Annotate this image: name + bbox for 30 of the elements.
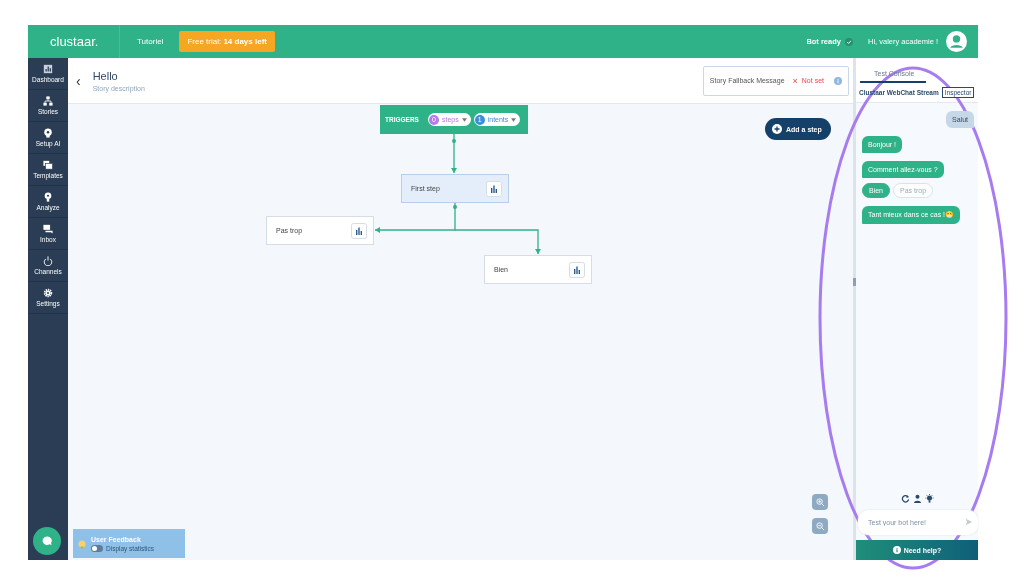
story-title: Hello — [92, 69, 119, 82]
hierarchy-icon — [43, 96, 53, 106]
bulb-icon — [77, 538, 87, 549]
info-icon — [834, 76, 842, 85]
collapse-handle[interactable] — [853, 278, 856, 286]
zoom-out-icon — [815, 521, 825, 531]
statistics-icon[interactable] — [351, 222, 367, 239]
statistics-icon[interactable] — [486, 180, 502, 197]
info-icon — [892, 546, 901, 554]
head-icon — [43, 128, 53, 138]
zoom-in-icon — [815, 497, 825, 507]
gear-icon — [43, 288, 53, 298]
speech-bubble-icon — [41, 535, 53, 547]
plus-icon — [772, 124, 782, 134]
person-icon[interactable] — [912, 494, 922, 503]
statistics-icon[interactable] — [569, 261, 585, 278]
check-icon — [844, 37, 853, 46]
bulb-icon — [43, 192, 53, 202]
statistics-toggle[interactable] — [91, 544, 103, 552]
power-icon — [43, 256, 53, 266]
caret-icon — [511, 117, 517, 122]
avatar-icon[interactable] — [946, 31, 967, 52]
chat-icon — [43, 224, 53, 234]
folders-icon — [43, 160, 53, 170]
bulb-icon[interactable] — [924, 494, 934, 503]
chat-button[interactable] — [33, 527, 61, 555]
caret-icon — [461, 117, 467, 122]
chart-icon — [43, 64, 53, 74]
refresh-icon[interactable] — [900, 494, 910, 503]
back-button[interactable]: ‹ — [76, 72, 81, 89]
